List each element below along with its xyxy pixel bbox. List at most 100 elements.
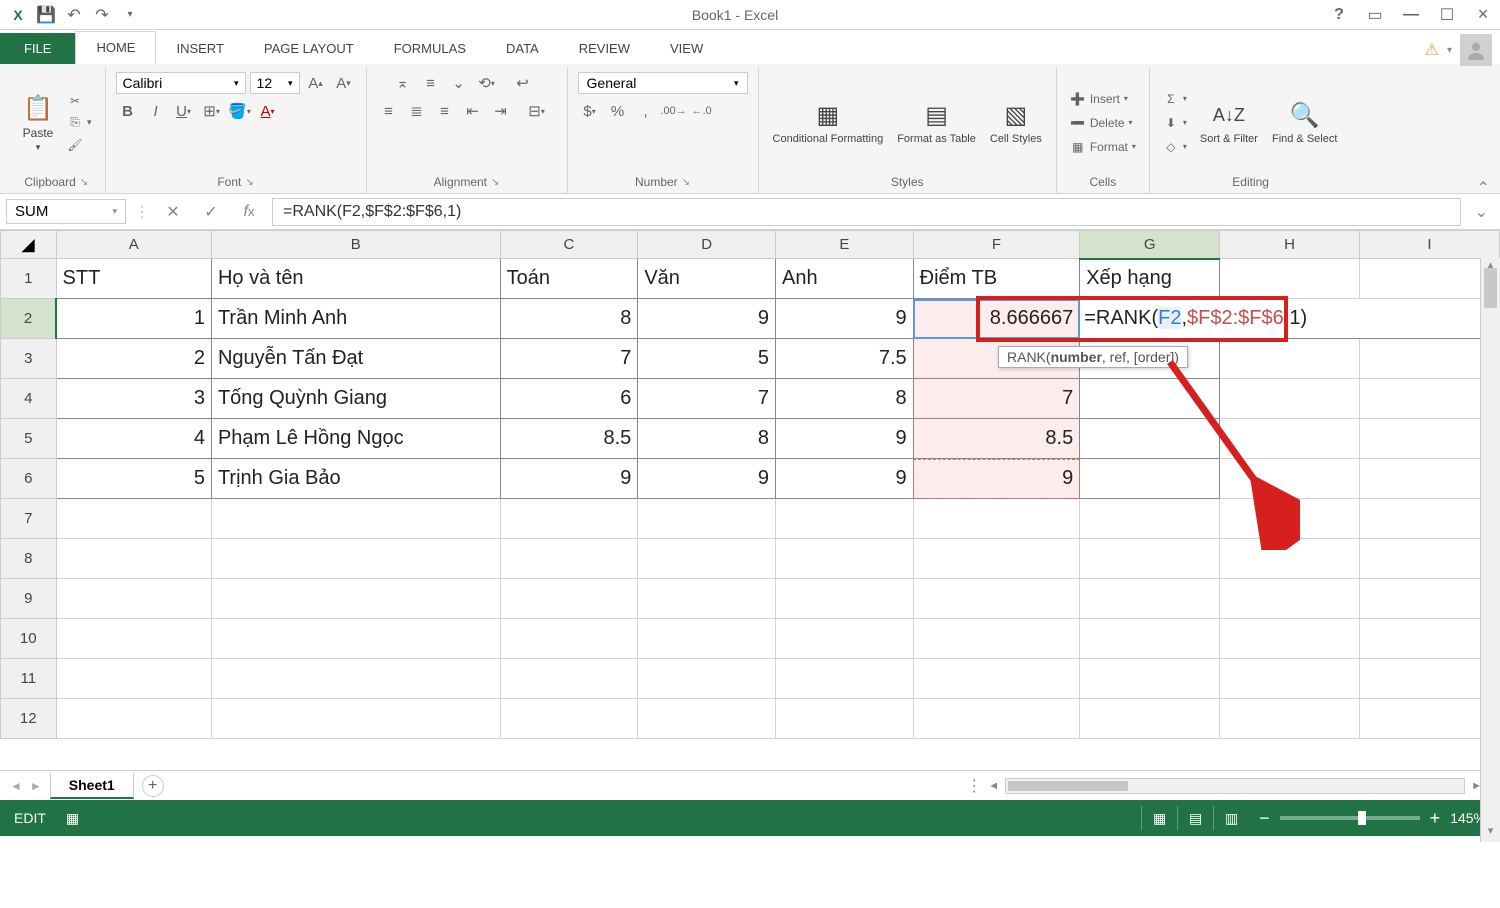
cell-D12[interactable] xyxy=(638,699,776,739)
sheet-nav[interactable]: ◄► xyxy=(10,779,42,793)
cell-D8[interactable] xyxy=(638,539,776,579)
maximize-icon[interactable]: ☐ xyxy=(1436,4,1458,26)
horizontal-scrollbar[interactable] xyxy=(1005,778,1465,794)
autosum-button[interactable]: Σ▾ xyxy=(1160,90,1190,108)
cell-A1[interactable]: STT xyxy=(56,259,211,299)
tab-data[interactable]: DATA xyxy=(486,33,559,64)
cell-H8[interactable] xyxy=(1220,539,1360,579)
worksheet-grid[interactable]: ◢ A B C D E F G H I 1 STT Họ và tên Toán… xyxy=(0,230,1500,770)
cell-A11[interactable] xyxy=(56,659,211,699)
cell-G11[interactable] xyxy=(1080,659,1220,699)
cell-I6[interactable] xyxy=(1360,459,1500,499)
cell-F6[interactable]: 9 xyxy=(913,459,1080,499)
clear-button[interactable]: ◇▾ xyxy=(1160,138,1190,156)
row-header-7[interactable]: 7 xyxy=(1,499,57,539)
cell-D4[interactable]: 7 xyxy=(638,379,776,419)
sheet-prev-icon[interactable]: ◄ xyxy=(10,779,22,793)
minimize-icon[interactable]: — xyxy=(1400,4,1422,26)
zoom-in-icon[interactable]: + xyxy=(1430,808,1441,829)
align-middle-icon[interactable]: ≡ xyxy=(419,72,443,94)
fill-color-button[interactable]: 🪣▾ xyxy=(228,100,252,122)
save-icon[interactable]: 💾 xyxy=(34,3,58,27)
cell-I4[interactable] xyxy=(1360,379,1500,419)
tab-file[interactable]: FILE xyxy=(0,33,75,64)
decrease-font-icon[interactable]: A▾ xyxy=(332,72,356,94)
font-name-combo[interactable]: Calibri▾ xyxy=(116,72,246,94)
cell-E1[interactable]: Anh xyxy=(775,259,913,299)
cell-H5[interactable] xyxy=(1220,419,1360,459)
scroll-down-icon[interactable]: ▾ xyxy=(1481,824,1500,842)
col-header-G[interactable]: G xyxy=(1080,231,1220,259)
cell-A4[interactable]: 3 xyxy=(56,379,211,419)
cell-D5[interactable]: 8 xyxy=(638,419,776,459)
bold-button[interactable]: B xyxy=(116,100,140,122)
cell-H4[interactable] xyxy=(1220,379,1360,419)
enter-formula-icon[interactable]: ✓ xyxy=(196,200,226,224)
cell-B4[interactable]: Tống Quỳnh Giang xyxy=(211,379,500,419)
expand-formula-bar-icon[interactable]: ⌄ xyxy=(1469,202,1494,222)
scrollbar-thumb[interactable] xyxy=(1484,268,1497,308)
cell-B9[interactable] xyxy=(211,579,500,619)
border-button[interactable]: ⊞▾ xyxy=(200,100,224,122)
comma-icon[interactable]: , xyxy=(634,100,658,122)
cell-E11[interactable] xyxy=(775,659,913,699)
row-header-10[interactable]: 10 xyxy=(1,619,57,659)
cell-I12[interactable] xyxy=(1360,699,1500,739)
paste-button[interactable]: 📋 Paste ▾ xyxy=(18,88,58,157)
cell-C11[interactable] xyxy=(500,659,638,699)
col-header-A[interactable]: A xyxy=(56,231,211,259)
select-all-corner[interactable]: ◢ xyxy=(1,231,57,259)
zoom-slider[interactable] xyxy=(1280,816,1420,820)
insert-cells-button[interactable]: ➕Insert▾ xyxy=(1067,90,1139,108)
cell-I1[interactable] xyxy=(1360,259,1500,299)
col-header-C[interactable]: C xyxy=(500,231,638,259)
cell-C4[interactable]: 6 xyxy=(500,379,638,419)
warning-icon[interactable]: ⚠ xyxy=(1425,40,1439,60)
align-bottom-icon[interactable]: ⌄ xyxy=(447,72,471,94)
dialog-launcher-icon[interactable]: ↘ xyxy=(682,177,690,188)
new-sheet-button[interactable]: + xyxy=(142,775,164,797)
cell-G6[interactable] xyxy=(1080,459,1220,499)
percent-icon[interactable]: % xyxy=(606,100,630,122)
vertical-scrollbar[interactable]: ▴ ▾ xyxy=(1480,258,1500,842)
underline-button[interactable]: U▾ xyxy=(172,100,196,122)
cell-A10[interactable] xyxy=(56,619,211,659)
number-format-combo[interactable]: General▾ xyxy=(578,72,748,94)
cell-D11[interactable] xyxy=(638,659,776,699)
insert-function-icon[interactable]: fx xyxy=(234,200,264,224)
cell-C5[interactable]: 8.5 xyxy=(500,419,638,459)
redo-icon[interactable]: ↷ xyxy=(90,3,114,27)
find-select-button[interactable]: 🔍Find & Select xyxy=(1268,95,1341,149)
row-header-5[interactable]: 5 xyxy=(1,419,57,459)
format-painter-button[interactable]: 🖌 xyxy=(64,136,95,154)
cell-G4[interactable] xyxy=(1080,379,1220,419)
cell-G9[interactable] xyxy=(1080,579,1220,619)
cell-A12[interactable] xyxy=(56,699,211,739)
cell-H1[interactable] xyxy=(1220,259,1360,299)
cell-G5[interactable] xyxy=(1080,419,1220,459)
cell-I10[interactable] xyxy=(1360,619,1500,659)
wrap-text-icon[interactable]: ↩ xyxy=(503,72,543,94)
cell-C3[interactable]: 7 xyxy=(500,339,638,379)
merge-icon[interactable]: ⊟▾ xyxy=(517,100,557,122)
cell-E9[interactable] xyxy=(775,579,913,619)
undo-icon[interactable]: ↶ xyxy=(62,3,86,27)
cell-D9[interactable] xyxy=(638,579,776,619)
chevron-down-icon[interactable]: ▾ xyxy=(1447,45,1452,56)
cell-I5[interactable] xyxy=(1360,419,1500,459)
currency-icon[interactable]: $▾ xyxy=(578,100,602,122)
row-header-8[interactable]: 8 xyxy=(1,539,57,579)
copy-button[interactable]: ⎘▾ xyxy=(64,114,95,132)
cell-E10[interactable] xyxy=(775,619,913,659)
col-header-I[interactable]: I xyxy=(1360,231,1500,259)
col-header-F[interactable]: F xyxy=(913,231,1080,259)
cell-H10[interactable] xyxy=(1220,619,1360,659)
cell-B11[interactable] xyxy=(211,659,500,699)
view-page-layout-icon[interactable]: ▤ xyxy=(1177,806,1213,830)
cell-D10[interactable] xyxy=(638,619,776,659)
cell-G2[interactable]: =RANK(F2,$F$2:$F$6,1) xyxy=(1080,299,1500,339)
dialog-launcher-icon[interactable]: ↘ xyxy=(80,177,88,188)
row-header-1[interactable]: 1 xyxy=(1,259,57,299)
col-header-B[interactable]: B xyxy=(211,231,500,259)
cell-G8[interactable] xyxy=(1080,539,1220,579)
